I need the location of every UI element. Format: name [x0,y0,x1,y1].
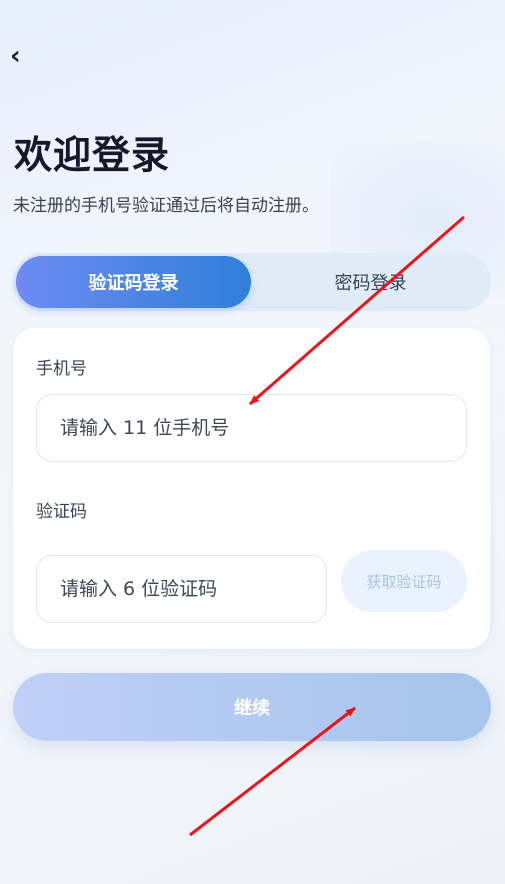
code-input[interactable] [37,556,326,622]
tab-password-login[interactable]: 密码登录 [253,256,488,308]
login-method-tabs: 验证码登录 密码登录 [13,253,491,311]
login-form-card: 手机号 验证码 获取验证码 [13,328,490,649]
code-label: 验证码 [36,502,87,522]
page-subtitle: 未注册的手机号验证通过后将自动注册。 [13,196,319,216]
code-field-wrapper [36,555,327,623]
get-code-button[interactable]: 获取验证码 [341,550,467,612]
phone-field-wrapper [36,394,467,462]
tab-code-login[interactable]: 验证码登录 [16,256,251,308]
back-arrow-icon[interactable]: ‹ [10,40,30,72]
phone-label: 手机号 [36,359,87,379]
page-title: 欢迎登录 [14,133,171,177]
phone-input[interactable] [37,395,466,461]
continue-button[interactable]: 继续 [13,673,491,741]
